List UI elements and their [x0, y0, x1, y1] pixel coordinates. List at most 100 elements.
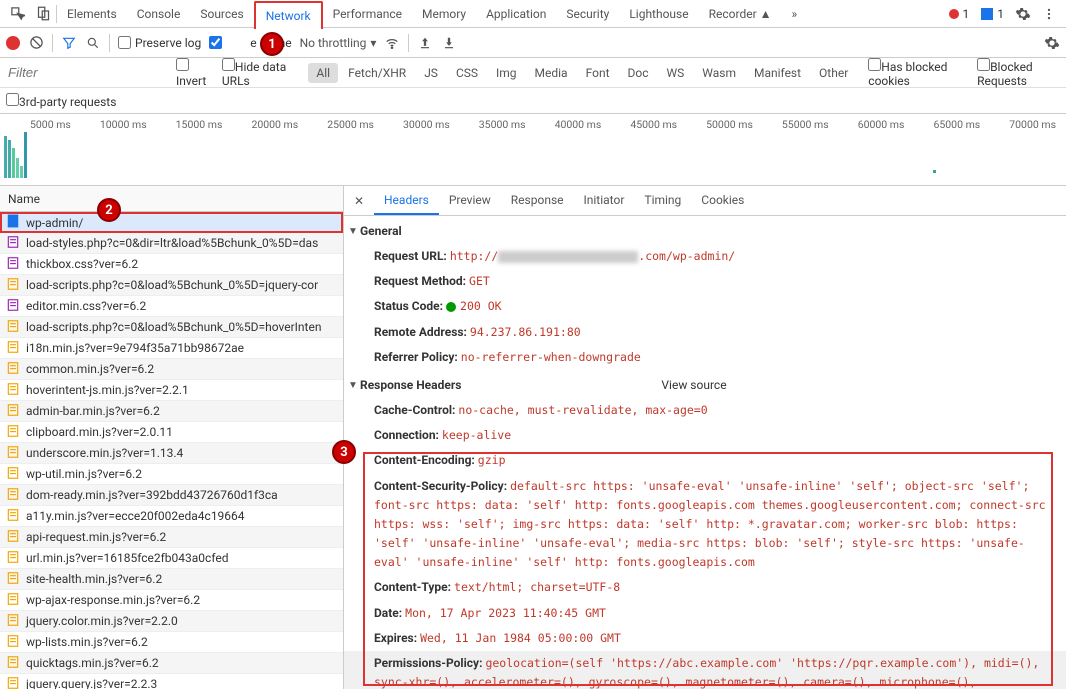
kebab-menu-icon[interactable] [1036, 1, 1062, 27]
request-row[interactable]: editor.min.css?ver=6.2 [0, 296, 343, 317]
detail-tab-response[interactable]: Response [501, 187, 574, 215]
request-row[interactable]: wp-admin/ [0, 212, 343, 233]
file-type-icon [6, 571, 20, 588]
name-column-header[interactable]: Name [0, 186, 343, 212]
type-filter-font[interactable]: Font [578, 63, 618, 83]
tab-performance[interactable]: Performance [323, 0, 412, 28]
request-row[interactable]: load-styles.php?c=0&dir=ltr&load%5Bchunk… [0, 233, 343, 254]
request-row[interactable]: wp-ajax-response.min.js?ver=6.2 [0, 590, 343, 611]
request-row[interactable]: dom-ready.min.js?ver=392bdd43726760d1f3c… [0, 485, 343, 506]
request-name: wp-ajax-response.min.js?ver=6.2 [26, 593, 200, 607]
header-row: Content-Security-Policy: default-src htt… [344, 474, 1066, 576]
type-filter-wasm[interactable]: Wasm [694, 63, 744, 83]
throttling-select[interactable]: No throttling▾ [300, 36, 377, 50]
record-button[interactable] [6, 36, 20, 50]
tab-console[interactable]: Console [127, 0, 191, 28]
close-detail-icon[interactable]: ✕ [348, 194, 370, 208]
type-filter-ws[interactable]: WS [659, 63, 693, 83]
type-filter-other[interactable]: Other [811, 63, 856, 83]
type-filter-manifest[interactable]: Manifest [746, 63, 809, 83]
preserve-log-toggle[interactable]: Preserve log [118, 36, 201, 50]
tab-lighthouse[interactable]: Lighthouse [619, 0, 698, 28]
request-row[interactable]: jquery.query.js?ver=2.2.3 [0, 674, 343, 689]
request-row[interactable]: load-scripts.php?c=0&load%5Bchunk_0%5D=h… [0, 317, 343, 338]
section-general[interactable]: ▼General [344, 216, 1066, 244]
header-row: Status Code: 200 OK [344, 294, 1066, 319]
invert-toggle[interactable]: Invert [176, 58, 210, 88]
timeline-overview[interactable]: 5000 ms10000 ms15000 ms20000 ms25000 ms3… [0, 114, 1066, 186]
file-type-icon [6, 382, 20, 399]
wifi-icon[interactable] [384, 35, 400, 51]
filter-input[interactable] [4, 61, 164, 84]
request-row[interactable]: common.min.js?ver=6.2 [0, 359, 343, 380]
header-row: Cache-Control: no-cache, must-revalidate… [344, 398, 1066, 423]
tab-network[interactable]: Network [254, 1, 323, 29]
request-row[interactable]: wp-lists.min.js?ver=6.2 [0, 632, 343, 653]
device-icon[interactable] [30, 1, 56, 27]
request-row[interactable]: site-health.min.js?ver=6.2 [0, 569, 343, 590]
error-badge[interactable]: 1 [943, 7, 976, 21]
view-source-link[interactable]: View source [661, 378, 726, 392]
settings-gear-icon[interactable] [1010, 1, 1036, 27]
third-party-toggle[interactable]: 3rd-party requests [6, 93, 116, 109]
network-toolbar: Preserve log e cache No throttling▾ [0, 28, 1066, 58]
request-row[interactable]: wp-util.min.js?ver=6.2 [0, 464, 343, 485]
hide-data-urls-toggle[interactable]: Hide data URLs [222, 58, 297, 88]
section-response-headers[interactable]: ▼Response HeadersView source [344, 370, 1066, 398]
request-name: dom-ready.min.js?ver=392bdd43726760d1f3c… [26, 488, 278, 502]
file-type-icon [6, 508, 20, 525]
request-row[interactable]: thickbox.css?ver=6.2 [0, 254, 343, 275]
request-row[interactable]: i18n.min.js?ver=9e794f35a71bb98672ae [0, 338, 343, 359]
file-type-icon [6, 235, 20, 252]
upload-icon[interactable] [417, 35, 433, 51]
panel-settings-gear-icon[interactable] [1044, 35, 1060, 51]
type-filter-all[interactable]: All [308, 63, 338, 83]
tab-application[interactable]: Application [476, 0, 556, 28]
tab-sources[interactable]: Sources [190, 0, 253, 28]
tab-elements[interactable]: Elements [57, 0, 127, 28]
tab-memory[interactable]: Memory [412, 0, 476, 28]
timeline-tick: 30000 ms [403, 118, 450, 131]
tab-overflow[interactable]: » [782, 0, 808, 28]
timeline-ticks: 5000 ms10000 ms15000 ms20000 ms25000 ms3… [0, 114, 1066, 131]
request-row[interactable]: clipboard.min.js?ver=2.0.11 [0, 422, 343, 443]
request-row[interactable]: underscore.min.js?ver=1.13.4 [0, 443, 343, 464]
type-filter-css[interactable]: CSS [448, 63, 486, 83]
clear-icon[interactable] [28, 35, 44, 51]
has-blocked-cookies-toggle[interactable]: Has blocked cookies [868, 58, 965, 88]
detail-tab-headers[interactable]: Headers [374, 187, 439, 215]
request-row[interactable]: url.min.js?ver=16185fce2fb043a0cfed [0, 548, 343, 569]
file-type-icon [6, 340, 20, 357]
filter-funnel-icon[interactable] [61, 35, 77, 51]
request-row[interactable]: jquery.color.min.js?ver=2.2.0 [0, 611, 343, 632]
request-name: i18n.min.js?ver=9e794f35a71bb98672ae [26, 341, 244, 355]
request-row[interactable]: load-scripts.php?c=0&load%5Bchunk_0%5D=j… [0, 275, 343, 296]
detail-tab-timing[interactable]: Timing [634, 187, 691, 215]
inspect-icon[interactable] [4, 1, 30, 27]
request-name: admin-bar.min.js?ver=6.2 [26, 404, 160, 418]
detail-tab-initiator[interactable]: Initiator [574, 187, 635, 215]
detail-tab-cookies[interactable]: Cookies [691, 187, 754, 215]
request-row[interactable]: admin-bar.min.js?ver=6.2 [0, 401, 343, 422]
download-icon[interactable] [441, 35, 457, 51]
search-icon[interactable] [85, 35, 101, 51]
separator [408, 34, 409, 52]
blocked-requests-toggle[interactable]: Blocked Requests [977, 58, 1062, 88]
request-row[interactable]: api-request.min.js?ver=6.2 [0, 527, 343, 548]
tab-recorder[interactable]: Recorder ▲ [699, 0, 782, 28]
timeline-tick: 10000 ms [100, 118, 147, 131]
tab-security[interactable]: Security [556, 0, 619, 28]
info-badge[interactable]: 1 [975, 7, 1010, 21]
request-name: wp-admin/ [26, 216, 83, 230]
type-filter-js[interactable]: JS [416, 63, 446, 83]
type-filter-fetchxhr[interactable]: Fetch/XHR [340, 63, 414, 83]
request-row[interactable]: a11y.min.js?ver=ecce20f002eda4c19664 [0, 506, 343, 527]
detail-tab-preview[interactable]: Preview [439, 187, 501, 215]
request-row[interactable]: hoverintent-js.min.js?ver=2.2.1 [0, 380, 343, 401]
request-name: thickbox.css?ver=6.2 [26, 257, 138, 271]
type-filter-media[interactable]: Media [527, 63, 576, 83]
request-name: load-scripts.php?c=0&load%5Bchunk_0%5D=h… [26, 320, 321, 334]
type-filter-img[interactable]: Img [488, 63, 525, 83]
request-row[interactable]: quicktags.min.js?ver=6.2 [0, 653, 343, 674]
type-filter-doc[interactable]: Doc [620, 63, 657, 83]
